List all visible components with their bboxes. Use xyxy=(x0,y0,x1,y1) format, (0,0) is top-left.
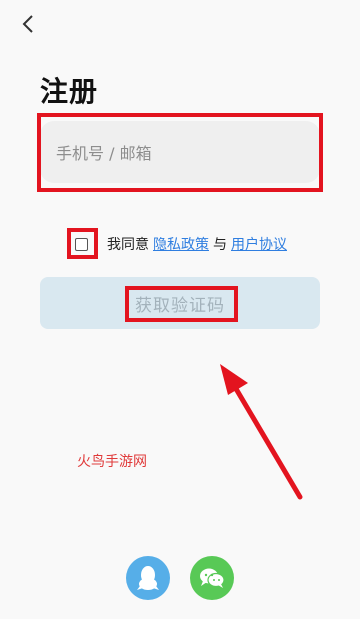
qq-penguin-icon xyxy=(137,566,159,590)
qq-login-button[interactable] xyxy=(126,556,170,600)
wechat-login-button[interactable] xyxy=(190,556,234,600)
annotation-arrow xyxy=(220,364,303,500)
watermark-text: 火鸟手游网 xyxy=(77,454,147,470)
wechat-bubbles-icon xyxy=(200,568,225,588)
